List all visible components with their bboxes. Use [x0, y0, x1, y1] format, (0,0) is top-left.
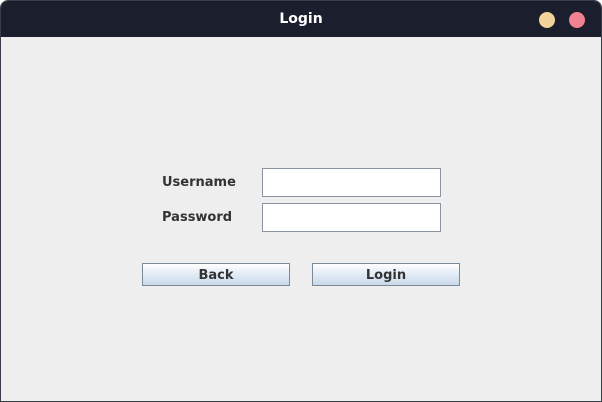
- close-icon[interactable]: [569, 12, 585, 28]
- username-label: Username: [162, 175, 236, 190]
- login-panel: Username Password Back Login: [1, 37, 601, 401]
- username-field[interactable]: [262, 168, 441, 197]
- password-label: Password: [162, 210, 233, 225]
- login-window: Login Username Password Back Login: [0, 0, 602, 402]
- password-field[interactable]: [262, 203, 441, 232]
- minimize-icon[interactable]: [539, 12, 555, 28]
- back-button[interactable]: Back: [142, 263, 290, 286]
- login-button[interactable]: Login: [312, 263, 460, 286]
- title-bar[interactable]: Login: [1, 1, 601, 37]
- window-title: Login: [279, 11, 323, 27]
